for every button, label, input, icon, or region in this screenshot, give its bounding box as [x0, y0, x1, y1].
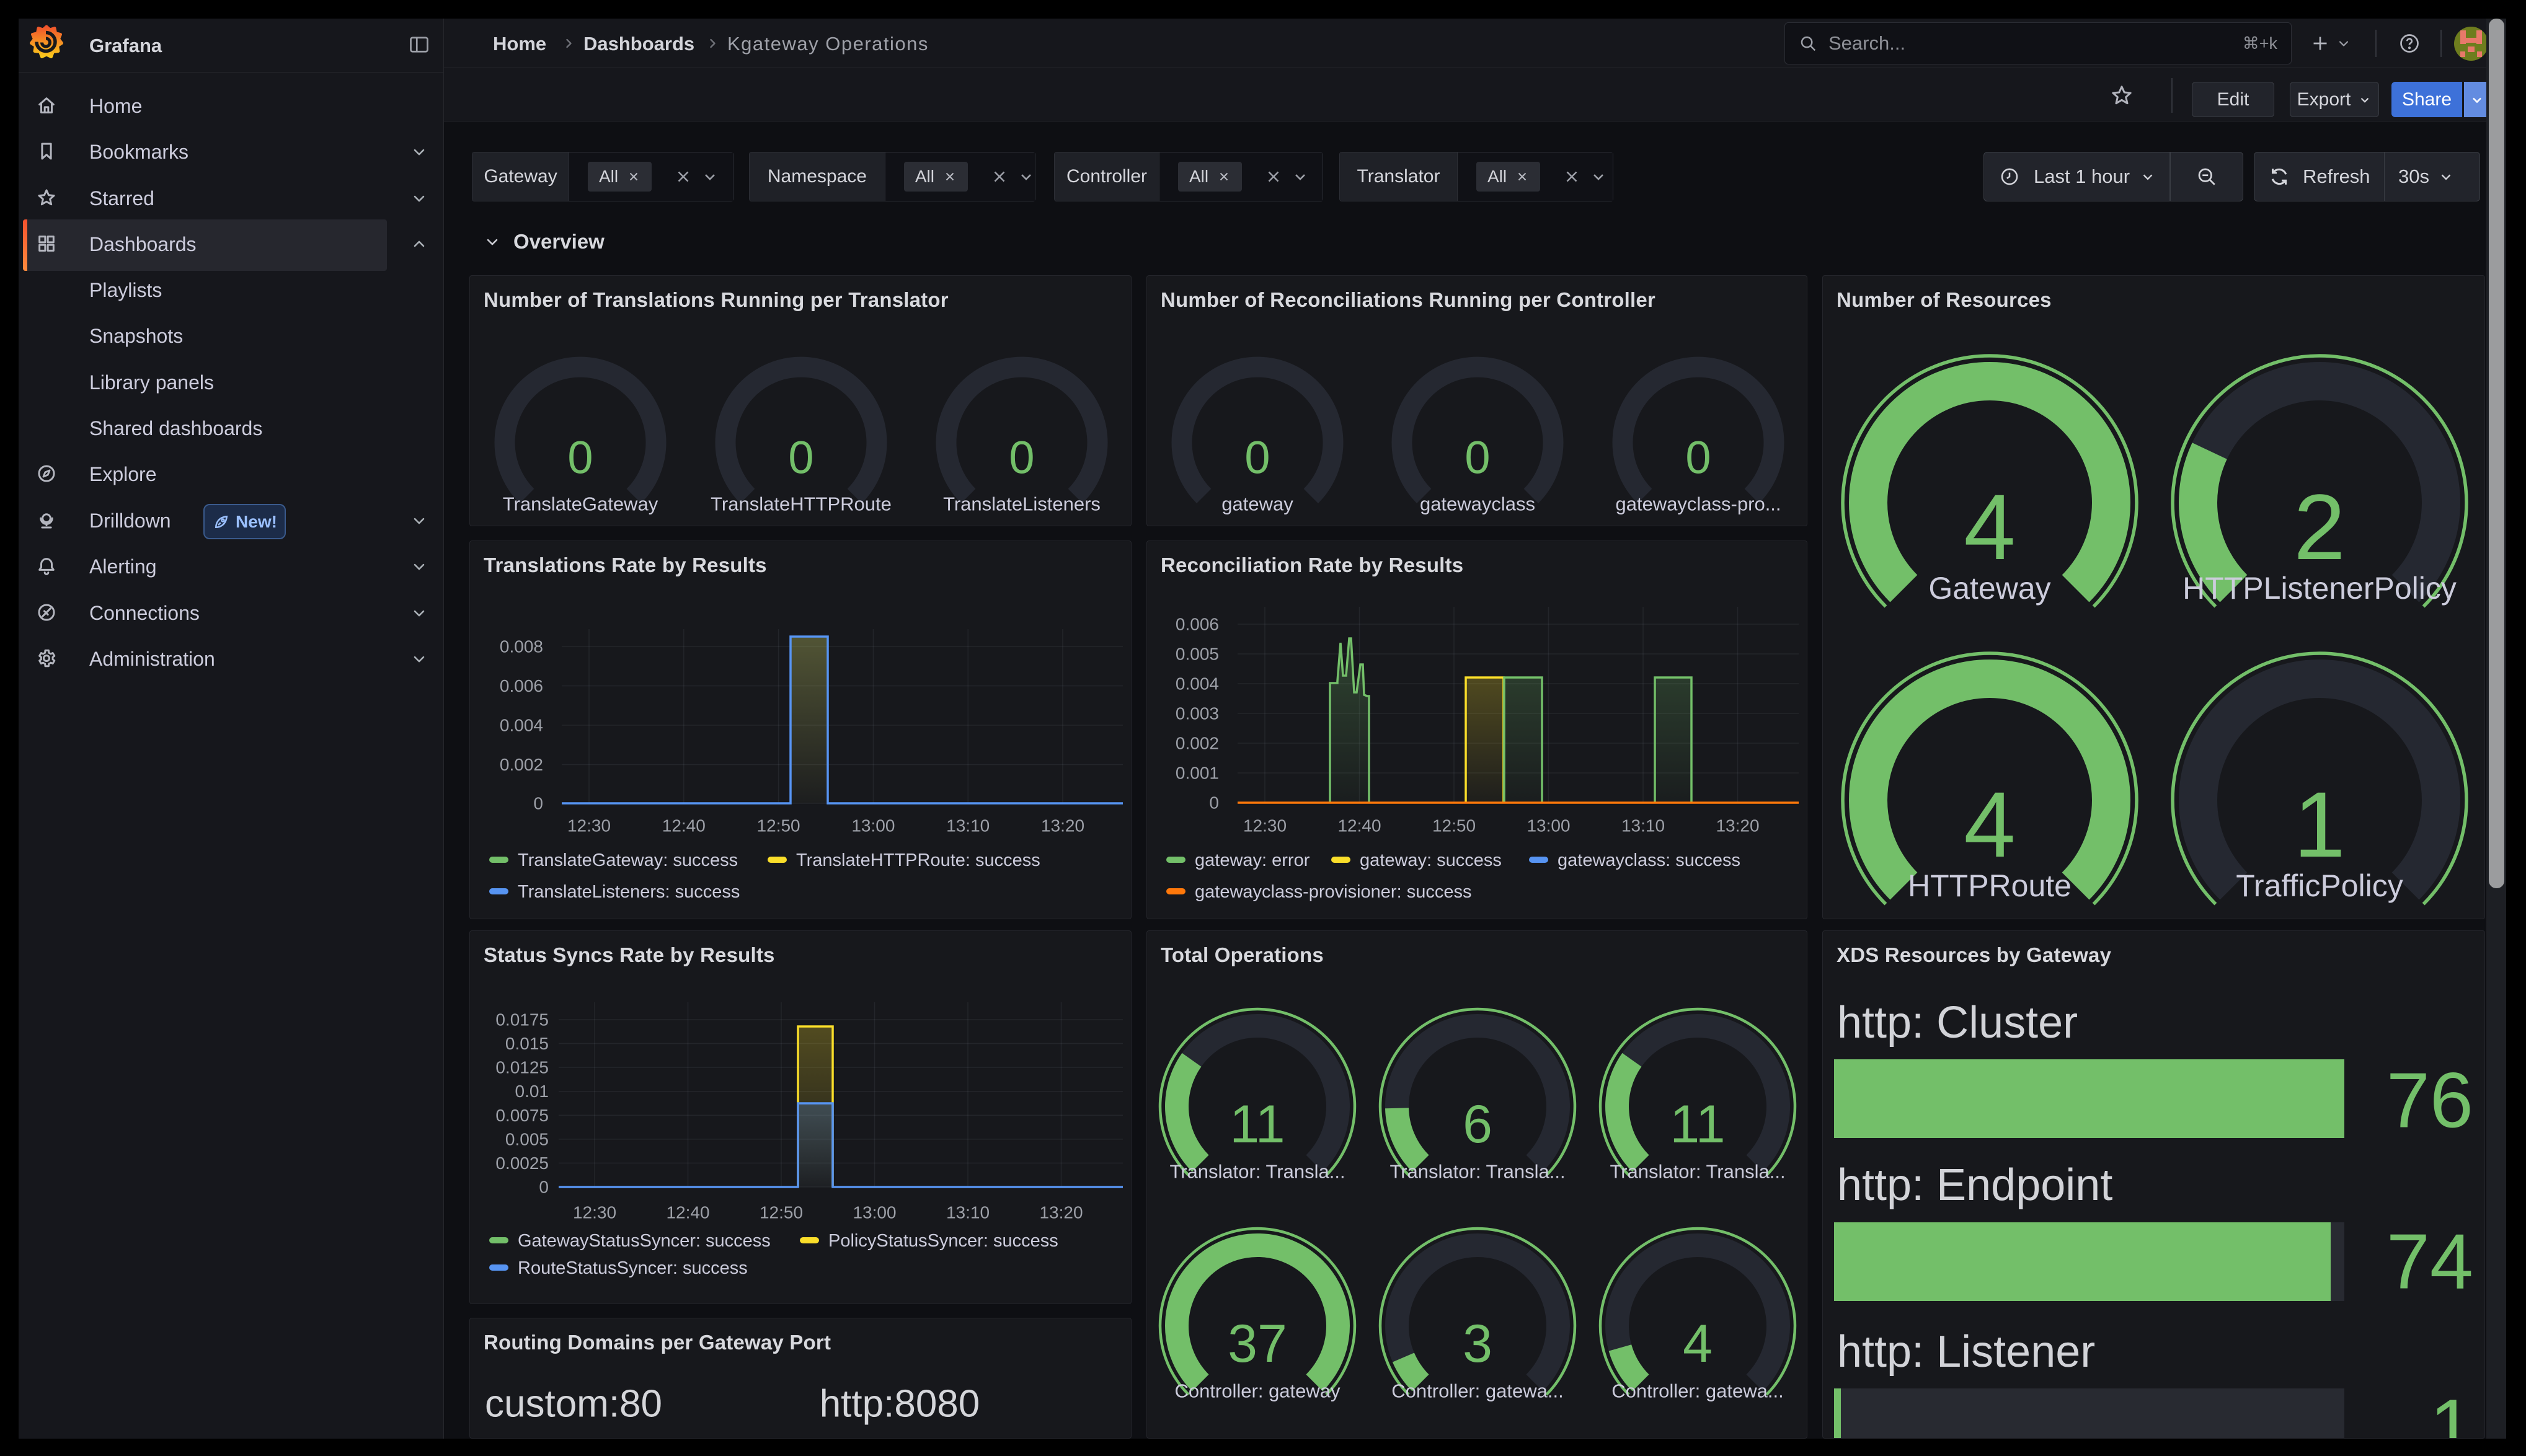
svg-text:0.002: 0.002: [500, 755, 543, 774]
svg-text:TranslateGateway: success: TranslateGateway: success: [518, 850, 738, 870]
svg-text:6: 6: [1463, 1095, 1492, 1154]
svg-text:0: 0: [1009, 432, 1034, 483]
svg-text:1: 1: [2293, 772, 2345, 876]
svg-text:gatewayclass-provisioner: succ: gatewayclass-provisioner: success: [1195, 882, 1471, 902]
svg-text:Translator: Transla...: Translator: Transla...: [1389, 1161, 1565, 1183]
svg-text:http: Listener: http: Listener: [1837, 1327, 2095, 1377]
svg-text:Translator: Transla...: Translator: Transla...: [1610, 1161, 1785, 1183]
svg-text:gateway: error: gateway: error: [1195, 850, 1310, 870]
svg-text:Controller: gateway: Controller: gateway: [1174, 1380, 1341, 1402]
svg-text:12:50: 12:50: [760, 1203, 803, 1222]
svg-text:Translator: Transla...: Translator: Transla...: [1169, 1161, 1345, 1183]
svg-text:Controller: gatewa...: Controller: gatewa...: [1391, 1380, 1563, 1402]
svg-text:13:00: 13:00: [853, 1203, 896, 1222]
svg-text:11: 11: [1670, 1095, 1725, 1154]
svg-text:4: 4: [1683, 1314, 1713, 1374]
svg-text:gateway: gateway: [1221, 493, 1293, 515]
svg-text:0: 0: [788, 432, 813, 483]
svg-text:3: 3: [1463, 1314, 1492, 1374]
svg-text:13:20: 13:20: [1039, 1203, 1083, 1222]
svg-text:TranslateListeners: TranslateListeners: [943, 493, 1101, 515]
svg-text:Controller: gatewa...: Controller: gatewa...: [1611, 1380, 1783, 1402]
svg-text:2: 2: [2293, 475, 2345, 579]
svg-text:12:30: 12:30: [573, 1203, 616, 1222]
svg-text:0.004: 0.004: [500, 716, 543, 735]
svg-text:12:30: 12:30: [1243, 816, 1287, 836]
svg-text:TranslateHTTPRoute: success: TranslateHTTPRoute: success: [796, 850, 1040, 870]
svg-text:custom:80: custom:80: [485, 1383, 662, 1426]
svg-text:http: Endpoint: http: Endpoint: [1837, 1160, 2112, 1210]
svg-text:gatewayclass-pro...: gatewayclass-pro...: [1615, 493, 1781, 515]
svg-text:0.004: 0.004: [1176, 674, 1219, 694]
svg-text:76: 76: [2386, 1057, 2473, 1144]
svg-text:12:50: 12:50: [757, 816, 800, 836]
svg-text:0.002: 0.002: [1176, 734, 1219, 753]
svg-text:12:40: 12:40: [666, 1203, 709, 1222]
svg-text:http:8080: http:8080: [820, 1383, 980, 1426]
svg-text:PolicyStatusSyncer: success: PolicyStatusSyncer: success: [828, 1231, 1058, 1251]
svg-text:0.001: 0.001: [1176, 764, 1219, 783]
svg-text:gateway: success: gateway: success: [1360, 850, 1502, 870]
svg-text:Gateway: Gateway: [1928, 571, 2050, 606]
svg-text:0: 0: [539, 1178, 549, 1197]
svg-text:0.0025: 0.0025: [495, 1154, 549, 1173]
svg-text:0.005: 0.005: [1176, 645, 1219, 664]
svg-text:0.0125: 0.0125: [495, 1058, 549, 1077]
svg-text:0.008: 0.008: [500, 637, 543, 656]
svg-text:0.015: 0.015: [505, 1034, 549, 1053]
svg-text:13:00: 13:00: [851, 816, 895, 836]
svg-text:gatewayclass: gatewayclass: [1420, 493, 1535, 515]
svg-text:TranslateListeners: success: TranslateListeners: success: [518, 882, 740, 902]
svg-text:13:10: 13:10: [946, 1203, 990, 1222]
svg-text:74: 74: [2386, 1218, 2473, 1305]
svg-text:13:10: 13:10: [1621, 816, 1665, 836]
svg-text:13:20: 13:20: [1716, 816, 1759, 836]
svg-text:1: 1: [2430, 1383, 2473, 1439]
svg-text:0: 0: [1465, 432, 1490, 483]
svg-text:0.006: 0.006: [1176, 615, 1219, 634]
svg-text:0.0075: 0.0075: [495, 1106, 549, 1125]
svg-text:12:50: 12:50: [1432, 816, 1476, 836]
svg-text:13:00: 13:00: [1527, 816, 1570, 836]
svg-text:TranslateHTTPRoute: TranslateHTTPRoute: [711, 493, 892, 515]
svg-text:0.003: 0.003: [1176, 704, 1219, 723]
svg-text:0.006: 0.006: [500, 676, 543, 695]
svg-text:13:10: 13:10: [946, 816, 990, 836]
svg-text:0: 0: [1209, 793, 1219, 813]
svg-text:HTTPListenerPolicy: HTTPListenerPolicy: [2183, 571, 2457, 606]
svg-text:http: Cluster: http: Cluster: [1837, 998, 2078, 1048]
svg-text:gatewayclass: success: gatewayclass: success: [1558, 850, 1740, 870]
svg-text:12:40: 12:40: [1337, 816, 1381, 836]
svg-text:0.0175: 0.0175: [495, 1010, 549, 1030]
svg-text:4: 4: [1964, 772, 2015, 876]
svg-text:13:20: 13:20: [1041, 816, 1084, 836]
svg-text:TranslateGateway: TranslateGateway: [503, 493, 658, 515]
svg-text:0: 0: [1685, 432, 1711, 483]
svg-text:GatewayStatusSyncer: success: GatewayStatusSyncer: success: [518, 1231, 771, 1251]
svg-text:0: 0: [1244, 432, 1270, 483]
svg-text:0: 0: [567, 432, 593, 483]
svg-text:RouteStatusSyncer: success: RouteStatusSyncer: success: [518, 1258, 748, 1278]
svg-text:HTTPRoute: HTTPRoute: [1908, 868, 2072, 903]
svg-text:11: 11: [1230, 1095, 1285, 1154]
svg-text:4: 4: [1964, 475, 2015, 579]
svg-text:0: 0: [533, 794, 543, 813]
svg-text:0.005: 0.005: [505, 1129, 549, 1149]
svg-text:TrafficPolicy: TrafficPolicy: [2236, 868, 2403, 903]
svg-text:0.01: 0.01: [515, 1082, 549, 1101]
svg-text:12:40: 12:40: [662, 816, 706, 836]
svg-text:37: 37: [1228, 1314, 1287, 1374]
svg-text:12:30: 12:30: [567, 816, 611, 836]
